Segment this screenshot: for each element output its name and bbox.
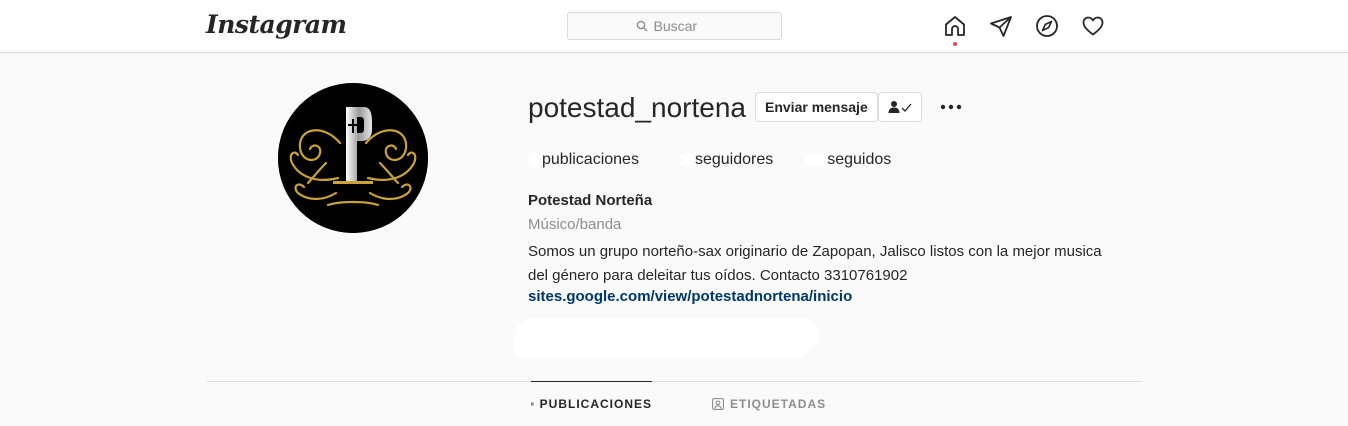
followers-label[interactable]: seguidores bbox=[695, 151, 773, 169]
posts-count: publicaciones bbox=[528, 151, 639, 169]
home-button[interactable] bbox=[943, 14, 967, 46]
tab-tagged-label: ETIQUETADAS bbox=[730, 396, 827, 411]
activity-button[interactable] bbox=[1081, 14, 1105, 38]
posts-label: publicaciones bbox=[542, 151, 639, 168]
search-icon bbox=[636, 20, 647, 32]
redacted-count bbox=[805, 153, 828, 167]
explore-icon bbox=[1036, 15, 1058, 37]
activity-heart-icon bbox=[1082, 16, 1104, 36]
redacted-count bbox=[678, 153, 695, 167]
search-box[interactable] bbox=[567, 12, 782, 40]
profile-stats: publicaciones seguidores seguidos bbox=[528, 151, 891, 169]
tab-posts-label: PUBLICACIONES bbox=[539, 397, 652, 411]
following-check-icon bbox=[888, 101, 912, 113]
home-icon bbox=[945, 16, 965, 36]
grid-icon bbox=[531, 402, 534, 406]
more-options-button[interactable] bbox=[938, 95, 964, 119]
redaction-overlay bbox=[514, 318, 818, 358]
profile-category: Músico/banda bbox=[528, 216, 622, 233]
profile-username: potestad_nortena bbox=[528, 92, 746, 123]
send-message-button[interactable]: Enviar mensaje bbox=[755, 92, 878, 122]
explore-button[interactable] bbox=[1035, 14, 1059, 38]
tab-posts[interactable]: PUBLICACIONES bbox=[531, 381, 652, 426]
tab-tagged[interactable]: ETIQUETADAS bbox=[712, 381, 826, 426]
following-label[interactable]: seguidos bbox=[827, 151, 891, 169]
following-status-button[interactable] bbox=[878, 92, 922, 122]
redacted-count bbox=[528, 153, 542, 167]
followers-count[interactable]: seguidores bbox=[678, 151, 773, 169]
bio-line: Somos un grupo norteño-sax originario de… bbox=[528, 243, 1102, 260]
tabs-divider bbox=[207, 381, 1142, 382]
bio-line: del género para deleitar tus oídos. Cont… bbox=[528, 267, 908, 284]
direct-message-icon bbox=[990, 16, 1012, 37]
tagged-user-icon bbox=[712, 397, 724, 410]
profile-avatar[interactable] bbox=[278, 83, 428, 233]
band-logo-emblem bbox=[278, 83, 428, 233]
top-navigation-bar: Instagram bbox=[0, 0, 1348, 53]
profile-bio: Somos un grupo norteño-sax originario de… bbox=[528, 240, 1148, 288]
profile-full-name: Potestad Norteña bbox=[528, 192, 653, 209]
search-input[interactable] bbox=[653, 18, 714, 34]
profile-website-link[interactable]: sites.google.com/view/potestadnortena/in… bbox=[528, 288, 852, 305]
notification-dot bbox=[953, 42, 957, 46]
ellipsis-icon bbox=[940, 104, 962, 110]
nav-icons bbox=[943, 14, 1105, 46]
instagram-logo[interactable]: Instagram bbox=[206, 10, 347, 39]
direct-messages-button[interactable] bbox=[989, 14, 1013, 38]
following-count[interactable]: seguidos bbox=[805, 151, 891, 169]
